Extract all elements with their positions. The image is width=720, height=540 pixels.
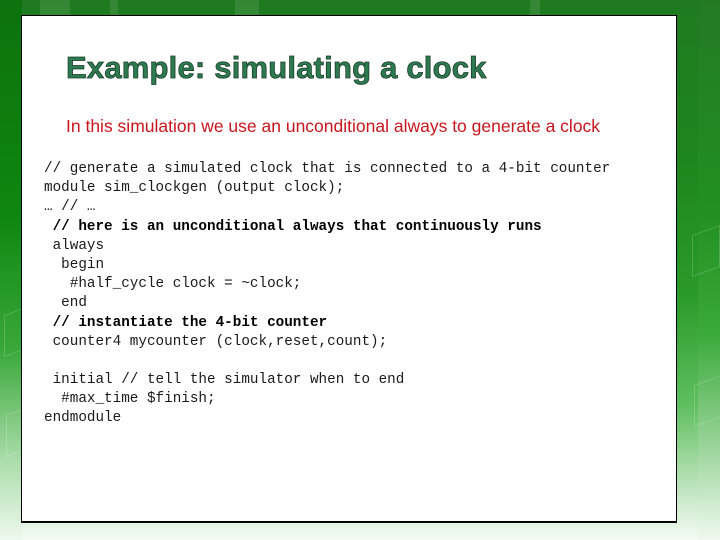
background-left-band (0, 0, 22, 540)
code-line: #half_cycle clock = ~clock; (44, 276, 302, 293)
background-stripe (530, 0, 540, 15)
code-line: endmodule (44, 410, 122, 427)
code-line: // generate a simulated clock that is co… (44, 161, 611, 177)
background-stripe (40, 0, 70, 15)
slide-subtitle: In this simulation we use an uncondition… (66, 116, 601, 136)
code-line: begin (44, 256, 105, 273)
code-line: end (44, 295, 87, 312)
code-comment-line: // here is an unconditional always that … (44, 218, 542, 235)
code-line: always (44, 237, 105, 254)
background-stripe (235, 0, 259, 15)
verilog-code-block: // generate a simulated clock that is co… (44, 160, 610, 429)
code-line: module sim_clockgen (output clock); (44, 180, 345, 197)
slide-title: Example: simulating a clock (66, 50, 487, 86)
code-line: counter4 mycounter (clock,reset,count); (44, 333, 388, 350)
code-line: initial // tell the simulator when to en… (44, 372, 405, 389)
background-stripe (110, 0, 118, 15)
code-comment-line: // instantiate the 4-bit counter (44, 314, 328, 331)
code-line: … // … (44, 199, 96, 216)
code-line: #max_time $finish; (44, 391, 216, 408)
